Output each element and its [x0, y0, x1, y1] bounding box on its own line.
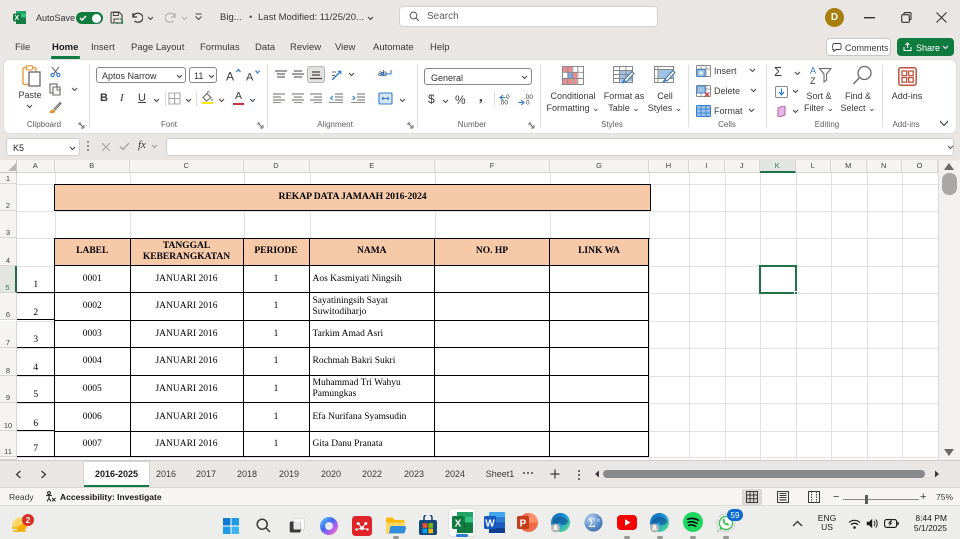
svg-text:P: P	[520, 519, 527, 530]
svg-text:Z: Z	[810, 76, 816, 85]
svg-text:α: α	[597, 518, 600, 524]
svg-text:Σ: Σ	[588, 516, 595, 530]
svg-text:0: 0	[526, 100, 530, 106]
svg-text:X: X	[14, 15, 19, 22]
svg-text:A: A	[226, 70, 234, 83]
svg-text:A: A	[810, 66, 816, 76]
svg-text:.00: .00	[499, 100, 508, 106]
svg-text:A: A	[246, 72, 254, 83]
svg-text:W: W	[485, 519, 495, 530]
svg-text:X: X	[455, 519, 462, 530]
